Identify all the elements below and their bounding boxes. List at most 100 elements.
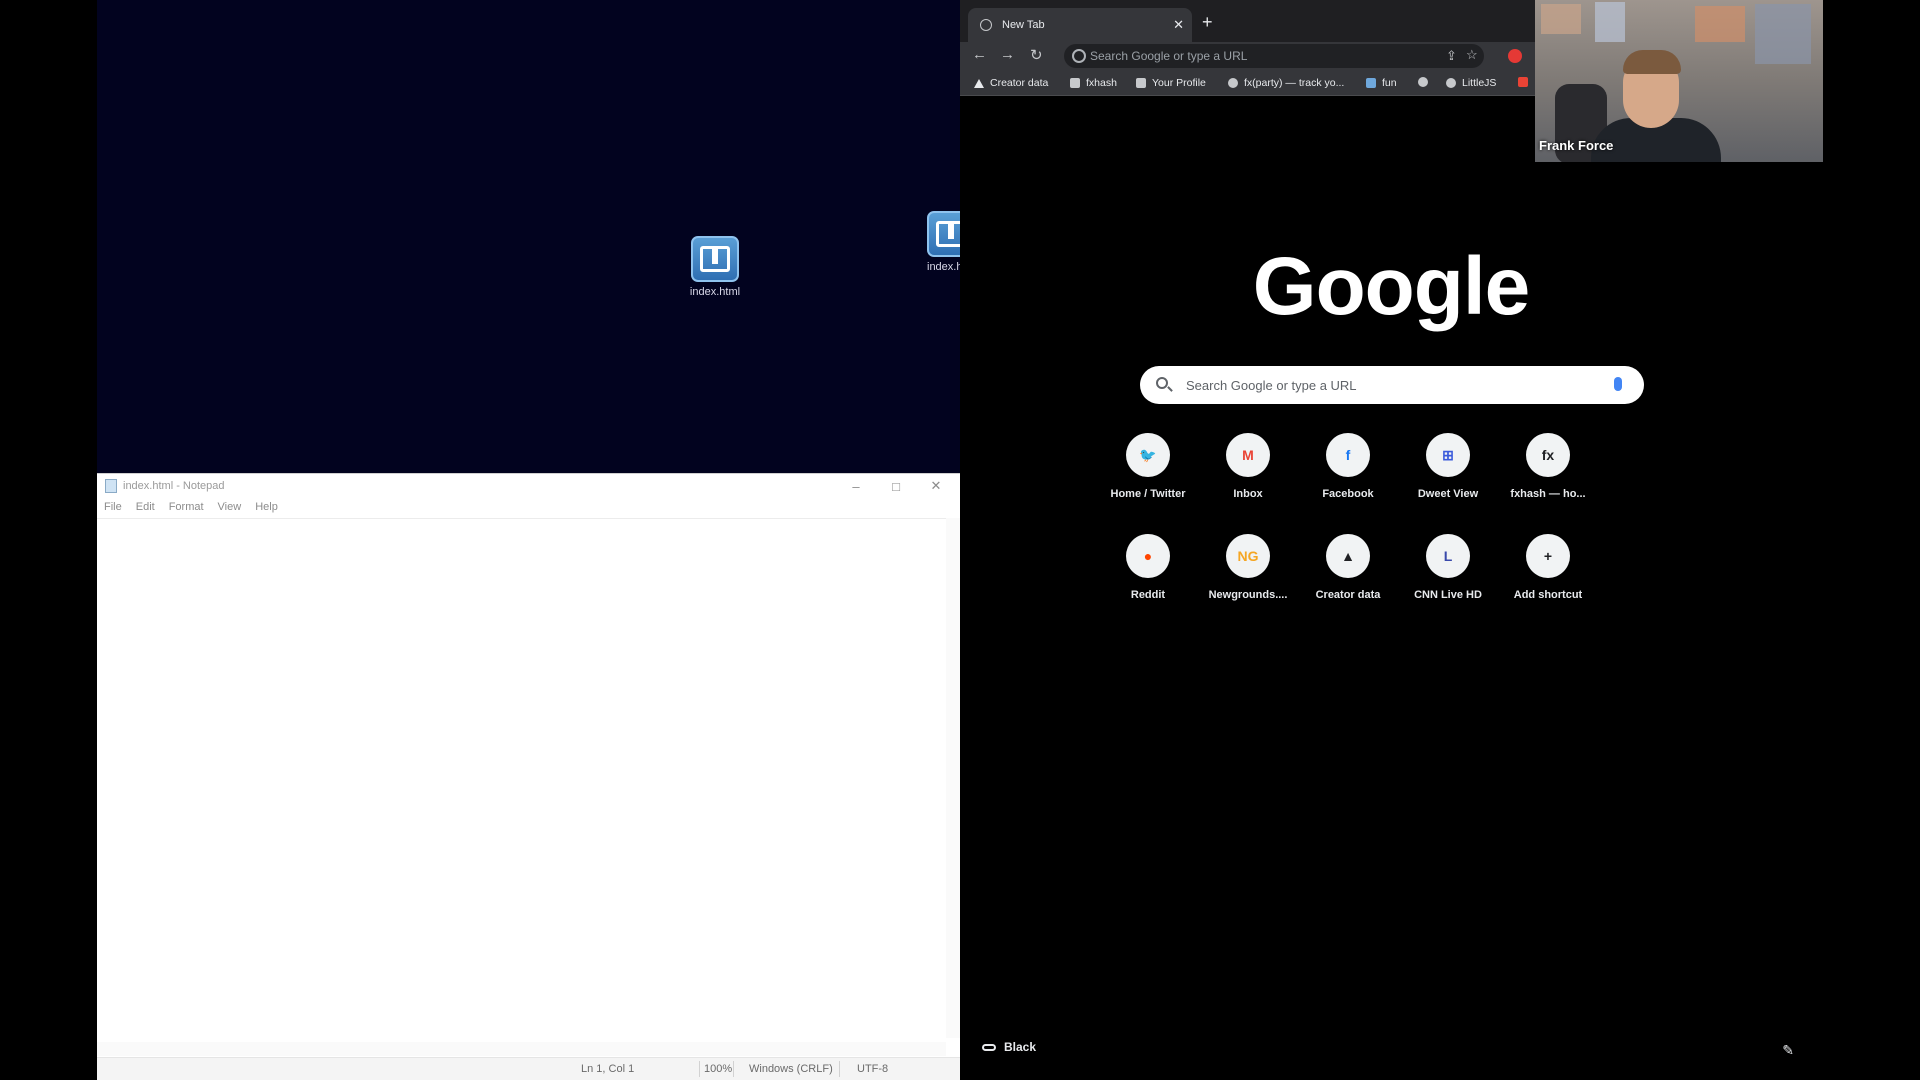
shortcut-label: Newgrounds.... — [1208, 589, 1288, 601]
extension-icon[interactable] — [1508, 49, 1522, 63]
vertical-scrollbar[interactable] — [946, 518, 960, 1038]
google-g-icon — [1072, 49, 1086, 63]
search-placeholder: Search Google or type a URL — [1186, 377, 1357, 393]
shortcut-label: Creator data — [1315, 589, 1381, 601]
shortcut-tile[interactable]: NG Newgrounds.... — [1198, 534, 1298, 601]
shortcut-icon: NG — [1226, 534, 1270, 578]
shortcut-tile[interactable]: 🐦 Home / Twitter — [1098, 433, 1198, 500]
shortcut-tile[interactable]: M Inbox — [1198, 433, 1298, 500]
search-icon — [1156, 377, 1168, 389]
wall-poster — [1755, 4, 1811, 64]
shortcut-label: Inbox — [1233, 488, 1263, 500]
notepad-statusbar: Ln 1, Col 1 100% Windows (CRLF) UTF-8 — [97, 1057, 960, 1080]
folder-icon — [1366, 78, 1376, 88]
shortcut-icon: M — [1226, 433, 1270, 477]
reload-icon[interactable]: ↻ — [1030, 46, 1043, 64]
menu-format[interactable]: Format — [169, 501, 204, 513]
microphone-icon[interactable] — [1614, 377, 1622, 391]
notepad-menubar: File Edit Format View Help — [97, 498, 960, 516]
menu-view[interactable]: View — [218, 501, 242, 513]
wall-poster — [1695, 6, 1745, 42]
zoom-level: 100% — [704, 1063, 733, 1075]
google-logo: Google — [1252, 241, 1530, 332]
bookmark-fun[interactable]: fun — [1366, 77, 1397, 89]
shortcut-label: Home / Twitter — [1110, 488, 1186, 500]
shortcut-tile[interactable]: ● Reddit — [1098, 534, 1198, 601]
encoding: UTF-8 — [857, 1063, 889, 1075]
bookmark-fxparty[interactable]: fx(party) — track yo... — [1228, 77, 1344, 89]
globe-icon — [1418, 77, 1428, 87]
github-icon — [1446, 78, 1456, 88]
bookmark-your-profile[interactable]: Your Profile — [1136, 77, 1206, 89]
triangle-icon — [974, 78, 984, 88]
desktop-file-label: index.html — [689, 286, 741, 298]
shortcut-icon: + — [1526, 534, 1570, 578]
shortcut-icon: ⊞ — [1426, 433, 1470, 477]
shortcut-label: Reddit — [1130, 589, 1166, 601]
back-arrow-icon[interactable]: ← — [972, 46, 987, 63]
chrome-window: New Tab ✕ + ← → ↻ Search Google or type … — [960, 0, 1822, 1080]
close-button[interactable]: ✕ — [916, 474, 956, 498]
notepad-app-icon — [105, 479, 117, 493]
tab-close-icon[interactable]: ✕ — [1173, 17, 1184, 33]
tab-title: New Tab — [1002, 19, 1045, 31]
gmail-icon — [1518, 77, 1528, 87]
shortcut-tile[interactable]: ▲ Creator data — [1298, 534, 1398, 601]
wall-poster — [1595, 2, 1625, 42]
maximize-button[interactable]: □ — [876, 474, 916, 498]
person-hair — [1623, 50, 1681, 74]
tab-new-tab[interactable]: New Tab ✕ — [968, 8, 1192, 42]
notepad-titlebar[interactable]: index.html - Notepad — [97, 474, 960, 498]
link-icon — [982, 1043, 996, 1051]
shortcut-tile[interactable]: ⊞ Dweet View — [1398, 433, 1498, 500]
globe-icon — [980, 19, 992, 31]
page-icon — [1136, 78, 1146, 88]
bookmark-gmail[interactable] — [1518, 77, 1534, 87]
address-bar[interactable]: Search Google or type a URL ⇪ ☆ — [1064, 44, 1484, 68]
webcam-overlay: Frank Force — [1535, 0, 1823, 162]
html-file-icon — [691, 236, 739, 282]
menu-help[interactable]: Help — [255, 501, 278, 513]
shortcut-icon: ● — [1126, 534, 1170, 578]
address-bar-placeholder: Search Google or type a URL — [1090, 49, 1248, 63]
bookmark-fxhash[interactable]: fxhash — [1070, 77, 1117, 89]
cursor-position: Ln 1, Col 1 — [581, 1063, 635, 1075]
new-tab-button[interactable]: + — [1202, 12, 1213, 33]
horizontal-scrollbar[interactable] — [97, 1042, 946, 1056]
shortcut-label: fxhash — ho... — [1510, 488, 1586, 500]
bookmark-star-icon[interactable]: ☆ — [1466, 47, 1478, 63]
pencil-icon[interactable]: ✎ — [1782, 1042, 1794, 1059]
bookmark-globe[interactable] — [1418, 77, 1434, 87]
shortcut-tile[interactable]: fx fxhash — ho... — [1498, 433, 1598, 500]
bookmark-littlejs[interactable]: LittleJS — [1446, 77, 1496, 89]
shortcut-icon: ▲ — [1326, 534, 1370, 578]
theme-label: Black — [1004, 1040, 1037, 1054]
shortcut-tile[interactable]: + Add shortcut — [1498, 534, 1598, 601]
notepad-text-area[interactable] — [97, 518, 960, 1023]
share-icon[interactable]: ⇪ — [1446, 48, 1457, 64]
shortcut-icon: fx — [1526, 433, 1570, 477]
wall-poster — [1541, 4, 1581, 34]
notepad-title: index.html - Notepad — [123, 480, 225, 492]
menu-file[interactable]: File — [104, 501, 122, 513]
google-search-box[interactable]: Search Google or type a URL — [1140, 366, 1644, 404]
forward-arrow-icon[interactable]: → — [1000, 46, 1015, 63]
bookmark-creator-data[interactable]: Creator data — [974, 77, 1048, 89]
desktop: index.html index.h — [97, 0, 975, 473]
customize-theme-button[interactable]: Black — [982, 1040, 1036, 1054]
shortcut-label: CNN Live HD — [1414, 589, 1482, 601]
shortcut-label: Add shortcut — [1513, 589, 1583, 601]
shortcut-icon: L — [1426, 534, 1470, 578]
menu-edit[interactable]: Edit — [136, 501, 155, 513]
shortcut-tile[interactable]: L CNN Live HD — [1398, 534, 1498, 601]
participant-name: Frank Force — [1539, 138, 1614, 153]
shortcut-label: Dweet View — [1417, 488, 1479, 500]
minimize-button[interactable]: – — [836, 474, 876, 498]
notepad-window: index.html - Notepad – □ ✕ File Edit For… — [97, 473, 960, 1080]
shortcut-label: Facebook — [1322, 488, 1374, 500]
shortcut-tile[interactable]: f Facebook — [1298, 433, 1398, 500]
desktop-file-icon[interactable]: index.html — [675, 236, 755, 298]
screen: index.html index.h index.html - Notepad … — [0, 0, 1920, 1080]
shortcut-icon: f — [1326, 433, 1370, 477]
shortcut-icon: 🐦 — [1126, 433, 1170, 477]
